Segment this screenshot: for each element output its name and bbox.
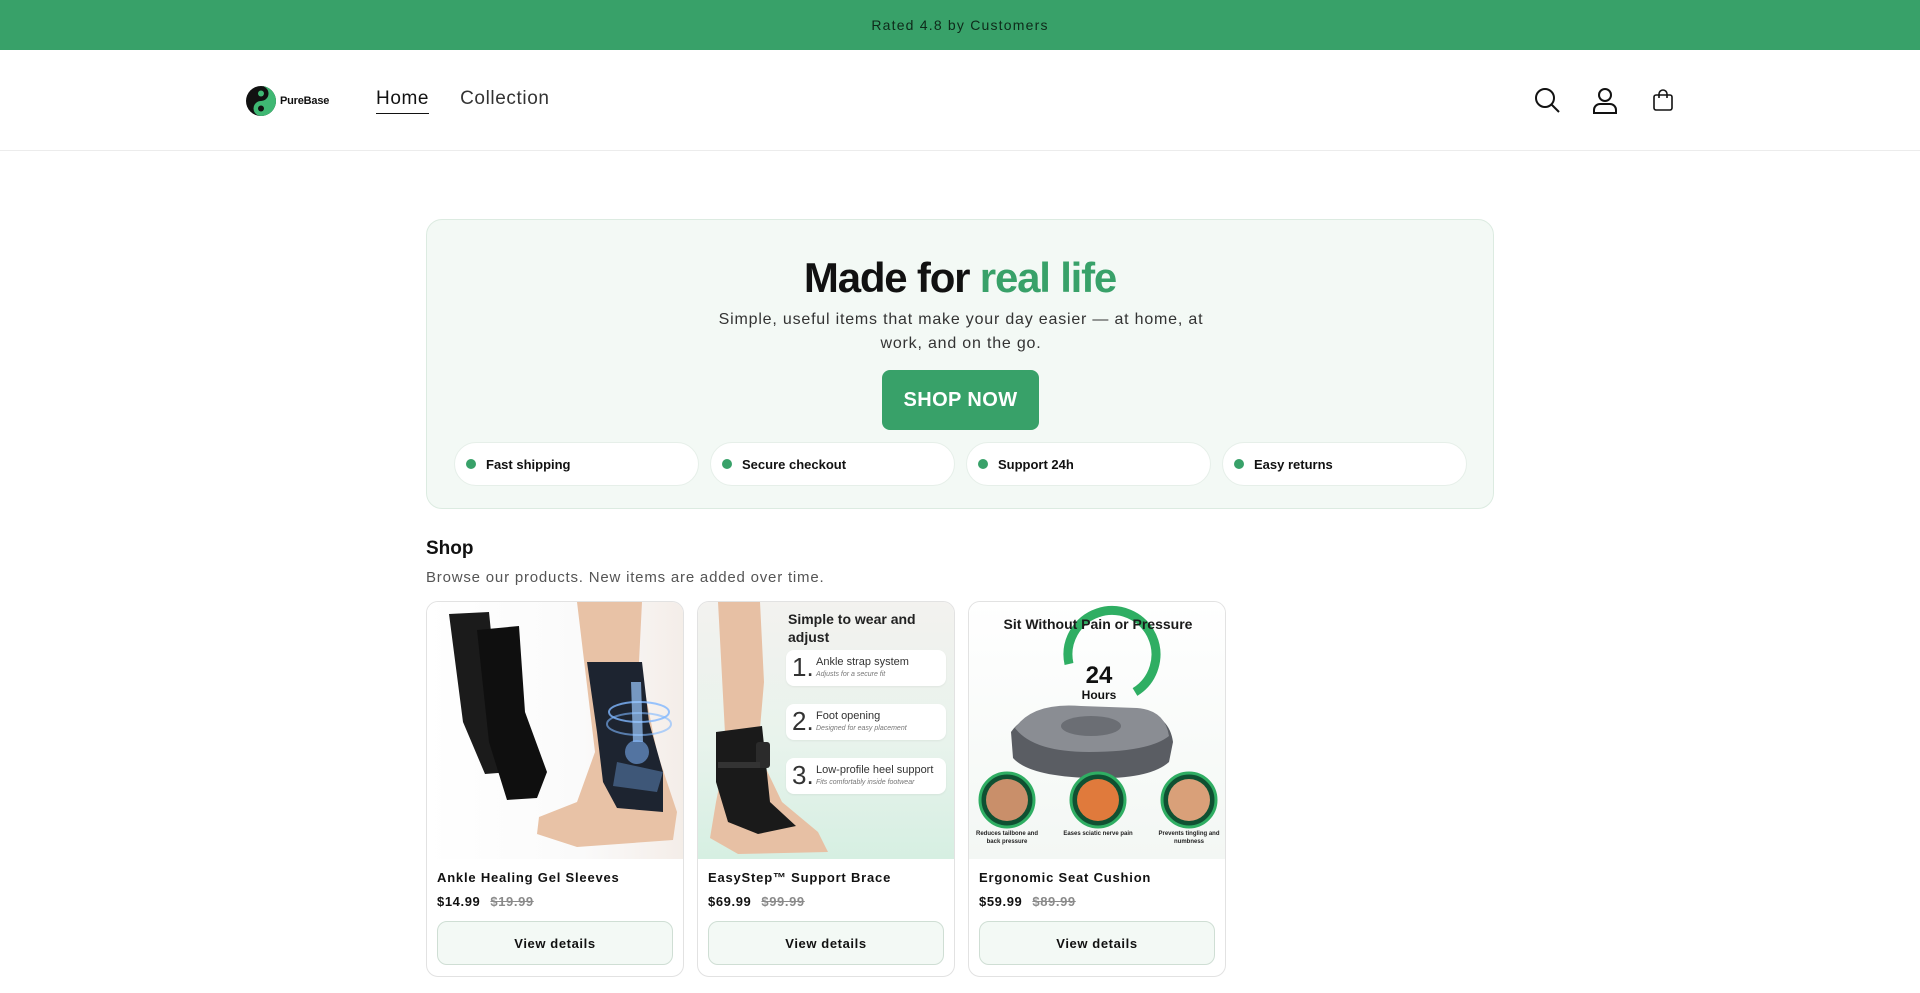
announcement-bar: Rated 4.8 by Customers xyxy=(0,0,1920,50)
cart-button[interactable] xyxy=(1634,80,1692,120)
nav-item-collection[interactable]: Collection xyxy=(460,88,549,114)
feature-pills: Fast shipping Secure checkout Support 24… xyxy=(454,442,1467,486)
product-prices: $14.99 $19.99 xyxy=(437,894,534,909)
hero-banner: Made for real life Simple, useful items … xyxy=(426,219,1494,509)
account-icon xyxy=(1593,88,1617,114)
step-subtitle: Fits comfortably inside footwear xyxy=(816,779,915,786)
product-old-price: $99.99 xyxy=(761,894,805,909)
product-name[interactable]: Ergonomic Seat Cushion xyxy=(979,870,1151,885)
product-image-ankle-sleeves[interactable] xyxy=(427,602,683,859)
bullet-dot-icon xyxy=(722,459,732,469)
product-price: $14.99 xyxy=(437,894,481,909)
image-caption: Prevents tingling and numbness xyxy=(1158,831,1220,845)
logo-mark-icon xyxy=(246,86,276,116)
product-price: $59.99 xyxy=(979,894,1023,909)
bullet-dot-icon xyxy=(1234,459,1244,469)
hero-title-accent: real life xyxy=(979,254,1117,301)
view-details-button[interactable]: View details xyxy=(708,921,944,965)
feature-label: Fast shipping xyxy=(486,456,571,472)
product-old-price: $19.99 xyxy=(490,894,534,909)
hero-title-main: Made for xyxy=(803,254,980,301)
header-icons xyxy=(1518,80,1692,120)
shop-subtitle: Browse our products. New items are added… xyxy=(426,569,825,586)
search-button[interactable] xyxy=(1518,80,1576,120)
step-number: 1. xyxy=(792,652,814,682)
image-caption: Reduces tailbone and back pressure xyxy=(975,831,1038,845)
product-name[interactable]: EasyStep™ Support Brace xyxy=(708,870,891,885)
image-step: 3. Low-profile heel support Fits comfort… xyxy=(786,758,946,794)
step-title: Low-profile heel support xyxy=(816,764,934,776)
feature-pill: Secure checkout xyxy=(710,442,955,486)
hero-title: Made for real life xyxy=(427,254,1493,302)
step-number: 2. xyxy=(792,706,814,736)
announcement-text: Rated 4.8 by Customers xyxy=(871,17,1049,33)
logo[interactable]: PureBase xyxy=(244,84,329,118)
feature-label: Support 24h xyxy=(998,456,1074,472)
step-number: 3. xyxy=(792,760,814,790)
hours-badge-number: 24 xyxy=(1085,662,1113,689)
image-step: 2. Foot opening Designed for easy placem… xyxy=(786,704,946,740)
product-image-seat-cushion[interactable]: Sit Without Pain or Pressure 24 Hours Re… xyxy=(969,602,1225,859)
product-card[interactable]: Simple to wear and adjust 1. Ankle strap… xyxy=(697,601,955,977)
product-grid: Ankle Healing Gel Sleeves $14.99 $19.99 … xyxy=(426,601,1226,977)
hero-subtitle: Simple, useful items that make your day … xyxy=(718,311,1204,352)
main-nav: Home Collection xyxy=(376,88,550,114)
product-name[interactable]: Ankle Healing Gel Sleeves xyxy=(437,870,620,885)
shop-title: Shop xyxy=(426,538,474,559)
seat-cushion-illustration xyxy=(978,606,1218,829)
feature-pill: Easy returns xyxy=(1222,442,1467,486)
step-title: Ankle strap system xyxy=(816,656,909,668)
nav-item-home[interactable]: Home xyxy=(376,88,430,114)
view-details-button[interactable]: View details xyxy=(979,921,1215,965)
product-card[interactable]: Ankle Healing Gel Sleeves $14.99 $19.99 … xyxy=(426,601,684,977)
bullet-dot-icon xyxy=(466,459,476,469)
image-caption: Eases sciatic nerve pain xyxy=(1063,831,1133,837)
feature-pill: Support 24h xyxy=(966,442,1211,486)
product-image-support-brace[interactable]: Simple to wear and adjust 1. Ankle strap… xyxy=(698,602,954,859)
step-title: Foot opening xyxy=(816,710,881,722)
shop-now-button[interactable]: SHOP NOW xyxy=(882,370,1039,430)
image-heading: Simple to wear and adjust xyxy=(788,611,916,645)
ankle-sleeves-illustration xyxy=(449,602,677,847)
step-subtitle: Designed for easy placement xyxy=(816,725,907,732)
product-prices: $69.99 $99.99 xyxy=(708,894,805,909)
hours-badge: 24 Hours xyxy=(1069,662,1129,703)
step-subtitle: Adjusts for a secure fit xyxy=(816,671,886,678)
site-header: PureBase Home Collection xyxy=(0,50,1920,151)
view-details-button[interactable]: View details xyxy=(437,921,673,965)
image-heading: Sit Without Pain or Pressure xyxy=(1003,616,1193,632)
feature-label: Secure checkout xyxy=(742,456,847,472)
product-prices: $59.99 $89.99 xyxy=(979,894,1076,909)
bullet-dot-icon xyxy=(978,459,988,469)
logo-text: PureBase xyxy=(280,95,330,107)
account-button[interactable] xyxy=(1576,80,1634,120)
feature-pill: Fast shipping xyxy=(454,442,699,486)
hours-badge-label: Hours xyxy=(1081,688,1117,702)
product-price: $69.99 xyxy=(708,894,752,909)
search-icon xyxy=(1535,88,1560,113)
image-step: 1. Ankle strap system Adjusts for a secu… xyxy=(786,650,946,686)
cart-icon xyxy=(1653,89,1673,111)
product-old-price: $89.99 xyxy=(1032,894,1076,909)
feature-label: Easy returns xyxy=(1254,456,1333,472)
product-card[interactable]: Sit Without Pain or Pressure 24 Hours Re… xyxy=(968,601,1226,977)
